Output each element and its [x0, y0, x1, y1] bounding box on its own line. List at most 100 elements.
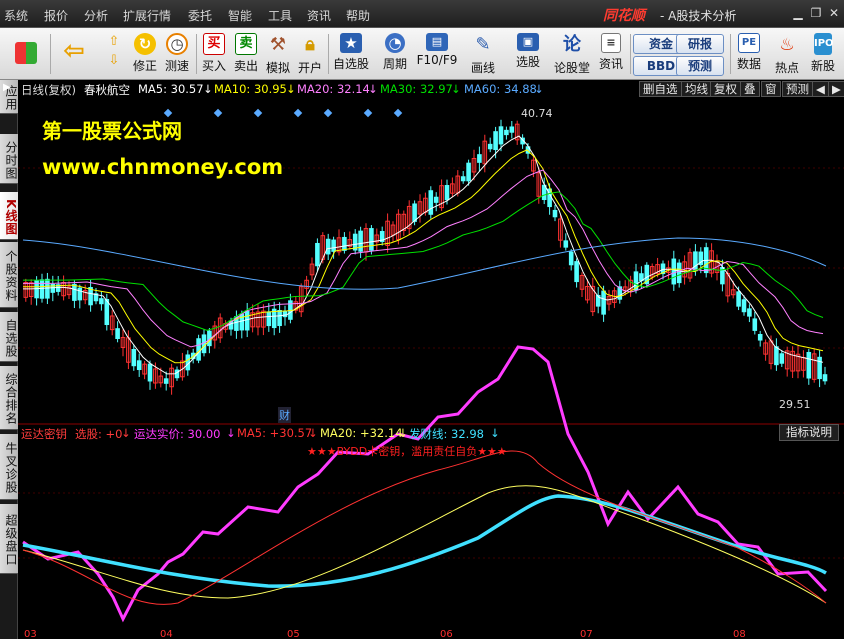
predict-button[interactable]: 预测 [782, 81, 813, 97]
screen-icon: ▣ [517, 33, 539, 51]
period-button[interactable]: ◔ 周期 [376, 30, 414, 78]
arrow-left-nav-icon[interactable]: ◀ [812, 81, 829, 97]
ind-ma5-arrow-icon: ↓ [308, 426, 318, 440]
ma-button[interactable]: 均线 [681, 81, 712, 97]
candle-body [131, 349, 137, 367]
forecast-button[interactable]: 预测 [676, 56, 724, 76]
grid-lines [18, 167, 844, 559]
menu-help[interactable]: 帮助 [346, 7, 370, 24]
candle-body [752, 318, 758, 331]
clock-icon: ◷ [166, 33, 188, 55]
news-button[interactable]: ≡ 资讯 [596, 30, 626, 78]
ma20-label: MA20: 32.14 [297, 82, 370, 96]
side-arrow-icon[interactable]: ▶ [3, 82, 11, 93]
arrow-down-icon: ⇩ [108, 53, 120, 68]
signal-markers [163, 108, 403, 118]
draw-line-button[interactable]: ✎ 画线 [463, 30, 503, 78]
candle-body [277, 309, 282, 327]
sell-button[interactable]: 卖 卖出 [231, 30, 261, 78]
page-up-down-button[interactable]: ⇧ ⇩ [100, 30, 128, 78]
layout-button[interactable] [8, 30, 44, 78]
overlay-button[interactable]: 叠 [740, 81, 760, 97]
buy-button[interactable]: 买 买入 [199, 30, 229, 78]
indicator-name[interactable]: 运达密钥 [21, 426, 67, 442]
simulate-button[interactable]: ⚒ 模拟 [263, 30, 293, 78]
candle-body [163, 378, 169, 384]
menu-extended-market[interactable]: 扩展行情 [123, 7, 171, 24]
real-price-arrow-icon: ↓ [226, 426, 236, 440]
indicator-note: ★★★BYDD卡密钥，滥用责任自负★★★ [307, 445, 507, 458]
candle-body [736, 291, 741, 307]
signal-diamond [253, 108, 263, 118]
indicator-help-button[interactable]: 指标说明 [779, 424, 839, 441]
indicator-ma20-line [22, 485, 827, 604]
candle-body [487, 143, 493, 150]
star-icon: ★ [340, 33, 362, 53]
data-button[interactable]: PE 数据 [734, 30, 764, 78]
arrow-up-icon: ⇧ [108, 34, 120, 49]
ipo-icon: IPO [814, 33, 834, 55]
tab-watchlist[interactable]: 自选股 [0, 312, 18, 362]
minimize-icon[interactable]: ▁ [790, 5, 806, 21]
candle-body [747, 308, 752, 317]
candle-body [358, 230, 363, 252]
menu-order[interactable]: 委托 [188, 7, 212, 24]
arrow-right-nav-icon[interactable]: ▶ [828, 81, 844, 97]
candle-body [412, 203, 417, 222]
candle-body [477, 154, 482, 163]
candle-body [136, 360, 142, 371]
candle-body [147, 363, 153, 382]
forum-button[interactable]: 论 论股堂 [552, 30, 592, 78]
close-icon[interactable]: ✕ [826, 5, 842, 21]
tab-intraday[interactable]: 分时图 [0, 134, 18, 184]
x-tick: 05 [287, 629, 300, 639]
high-price-label: 40.74 [521, 107, 553, 120]
candle-body [741, 299, 747, 313]
tab-kline[interactable]: K线图 [0, 192, 18, 240]
menu-info[interactable]: 资讯 [307, 7, 331, 24]
menu-tools[interactable]: 工具 [268, 7, 292, 24]
finance-marker[interactable]: 财 [278, 407, 291, 423]
candle-body [72, 283, 77, 301]
candle-body [115, 328, 120, 340]
candle-body [444, 185, 450, 201]
correct-button[interactable]: ↻ 修正 [130, 30, 160, 78]
menu-quote[interactable]: 报价 [44, 7, 68, 24]
menu-analysis[interactable]: 分析 [84, 7, 108, 24]
watermark-title: 第一股票公式网 [42, 119, 182, 143]
back-button[interactable]: ⇦ [54, 30, 94, 78]
candle-body [601, 290, 606, 315]
menu-system[interactable]: 系统 [4, 7, 28, 24]
tab-stock-profile[interactable]: 个股资料 [0, 242, 18, 308]
ind-ma5-value: MA5: +30.57 [237, 426, 313, 440]
chart-canvas[interactable] [18, 98, 844, 639]
period-label[interactable]: 日线(复权) [21, 82, 76, 98]
candle-body [498, 126, 504, 145]
restore-icon[interactable]: ❐ [808, 5, 824, 21]
hotspot-button[interactable]: ♨ 热点 [770, 30, 804, 78]
tab-diagnosis[interactable]: 牛叉诊股 [0, 434, 18, 500]
adjust-button[interactable]: 复权 [710, 81, 741, 97]
ma20-arrow-icon: ↓ [368, 82, 378, 96]
signal-diamond [393, 108, 403, 118]
pen-icon: ✎ [475, 34, 491, 55]
hot-icon: ♨ [779, 35, 795, 55]
window-button[interactable]: 窗 [761, 81, 781, 97]
open-account-button[interactable]: 🔒︎ 开户 [295, 30, 325, 78]
candle-body [460, 176, 466, 182]
candle-body [99, 298, 104, 305]
menu-smart[interactable]: 智能 [228, 7, 252, 24]
speed-test-button[interactable]: ◷ 测速 [162, 30, 192, 78]
stock-picker-button[interactable]: ▣ 选股 [508, 30, 548, 78]
tab-ranking[interactable]: 综合排名 [0, 366, 18, 430]
candle-body [779, 353, 785, 364]
candle-body [104, 298, 110, 326]
new-stock-button[interactable]: IPO 新股 [806, 30, 840, 78]
f10-f9-button[interactable]: ▤ F10/F9 [416, 30, 458, 78]
watchlist-button[interactable]: ★ 自选股 [331, 30, 371, 78]
research-button[interactable]: 研报 [676, 34, 724, 54]
tab-super-tape[interactable]: 超级盘口 [0, 504, 18, 574]
fa-cai-value: 发财线: 32.98 [409, 427, 484, 441]
hammer-icon: ⚒ [269, 34, 287, 55]
remove-watchlist-button[interactable]: 删自选 [639, 81, 682, 97]
